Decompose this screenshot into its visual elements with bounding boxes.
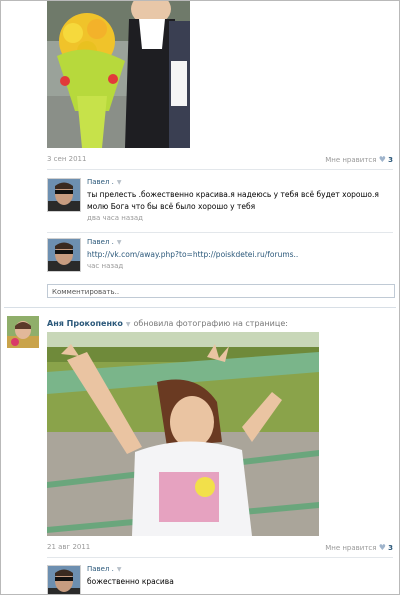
comment: Павел . ▼ ты прелесть .божественно красив…: [47, 178, 393, 228]
like-label: Мне нравится: [325, 156, 377, 164]
like-label: Мне нравится: [325, 544, 377, 552]
post-author[interactable]: Аня Прокопенко: [47, 319, 123, 328]
avatar-image: [7, 316, 39, 348]
like-count: 3: [388, 156, 393, 164]
avatar[interactable]: [47, 238, 81, 272]
photo-girl-on-bridge: [47, 332, 319, 536]
comment-author-name[interactable]: Павел .: [87, 238, 114, 246]
post-header: Аня Прокопенко ▼ обновила фотографию на ст…: [47, 319, 288, 328]
divider: [47, 557, 393, 558]
photo-girl-with-flowers: [47, 1, 190, 148]
post-divider: [4, 307, 396, 308]
divider: [47, 232, 393, 233]
avatar[interactable]: [47, 565, 81, 594]
chevron-down-icon[interactable]: ▼: [117, 239, 122, 246]
post-photo-girl[interactable]: [47, 332, 319, 536]
avatar-image: [48, 239, 80, 271]
comment-author[interactable]: Павел . ▼: [87, 238, 393, 246]
post-photo-flowers[interactable]: [47, 1, 190, 148]
heart-icon: ♥: [378, 543, 386, 552]
comment-input[interactable]: Комментировать..: [47, 284, 395, 298]
feed: 3 сен 2011 Мне нравится ♥ 3 Павел . ▼ ты …: [0, 0, 400, 595]
divider: [47, 169, 393, 170]
comment-text: божественно красива: [87, 577, 174, 586]
comment: Павел . ▼ божественно красива: [47, 565, 393, 594]
post-action: обновила фотографию на странице:: [133, 319, 288, 328]
avatar[interactable]: [7, 316, 39, 348]
chevron-down-icon[interactable]: ▼: [126, 321, 131, 328]
comment: Павел . ▼ http://vk.com/away.php?to=http:…: [47, 238, 393, 278]
like-button[interactable]: Мне нравится ♥ 3: [325, 543, 393, 552]
like-count: 3: [388, 544, 393, 552]
post-date[interactable]: 3 сен 2011: [47, 155, 86, 163]
post-date[interactable]: 21 авг 2011: [47, 543, 90, 551]
like-button[interactable]: Мне нравится ♥ 3: [325, 155, 393, 164]
avatar[interactable]: [47, 178, 81, 212]
chevron-down-icon[interactable]: ▼: [117, 566, 122, 573]
comment-time[interactable]: два часа назад: [87, 214, 393, 222]
heart-icon: ♥: [378, 155, 386, 164]
comment-author-name[interactable]: Павел .: [87, 178, 114, 186]
avatar-image: [48, 566, 80, 594]
comment-link[interactable]: http://vk.com/away.php?to=http://poiskde…: [87, 249, 393, 261]
comment-time[interactable]: час назад: [87, 262, 393, 270]
avatar-image: [48, 179, 80, 211]
comment-author[interactable]: Павел . ▼: [87, 178, 393, 186]
comment-author-name[interactable]: Павел .: [87, 565, 114, 573]
chevron-down-icon[interactable]: ▼: [117, 179, 122, 186]
comment-author[interactable]: Павел . ▼: [87, 565, 393, 573]
comment-text: ты прелесть .божественно красива.я надею…: [87, 190, 379, 211]
